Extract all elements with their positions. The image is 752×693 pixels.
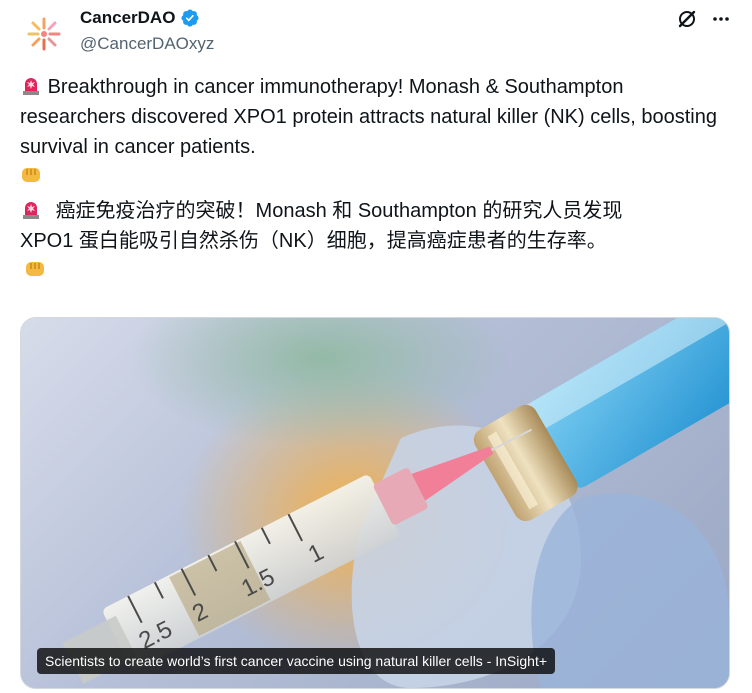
tweet-header: CancerDAO @CancerDAOxyz [20, 6, 732, 58]
tweet-chinese-line-2: XPO1 蛋白能吸引自然杀伤（NK）细胞，提高癌症患者的生存率。 [20, 230, 607, 252]
oncoming-fist-emoji-icon [22, 168, 40, 182]
oncoming-fist-emoji-icon [26, 262, 44, 276]
fist-emoji-1 [20, 162, 720, 192]
display-name[interactable]: CancerDAO [80, 8, 175, 28]
police-light-emoji-icon [23, 78, 39, 95]
account-handle[interactable]: @CancerDAOxyz [80, 34, 214, 54]
tweet-paragraph-chinese: 癌症免疫治疗的突破！Monash 和 Southampton 的研究人员发现 X… [20, 196, 720, 256]
avatar[interactable] [20, 10, 68, 58]
vaccine-syringe-photo: 2.5 2 1.5 1 [62, 318, 729, 688]
grok-icon[interactable] [676, 8, 698, 30]
tweet-text: Breakthrough in cancer immunotherapy! Mo… [20, 72, 720, 286]
tweet-media-card[interactable]: 2.5 2 1.5 1 Scientists to create world’s… [20, 317, 730, 689]
tweet-chinese-line-1: 癌症免疫治疗的突破！Monash 和 Southampton 的研究人员发现 [55, 200, 623, 222]
tweet-paragraph-english: Breakthrough in cancer immunotherapy! Mo… [20, 72, 720, 162]
police-light-emoji-icon [23, 202, 39, 219]
cancerdao-logo-icon [27, 17, 61, 51]
verified-badge-icon [181, 9, 199, 27]
more-icon[interactable] [710, 8, 732, 30]
media-caption[interactable]: Scientists to create world’s first cance… [37, 648, 556, 674]
tweet-paragraph-english-text: Breakthrough in cancer immunotherapy! Mo… [20, 76, 717, 158]
fist-emoji-2 [20, 256, 720, 286]
